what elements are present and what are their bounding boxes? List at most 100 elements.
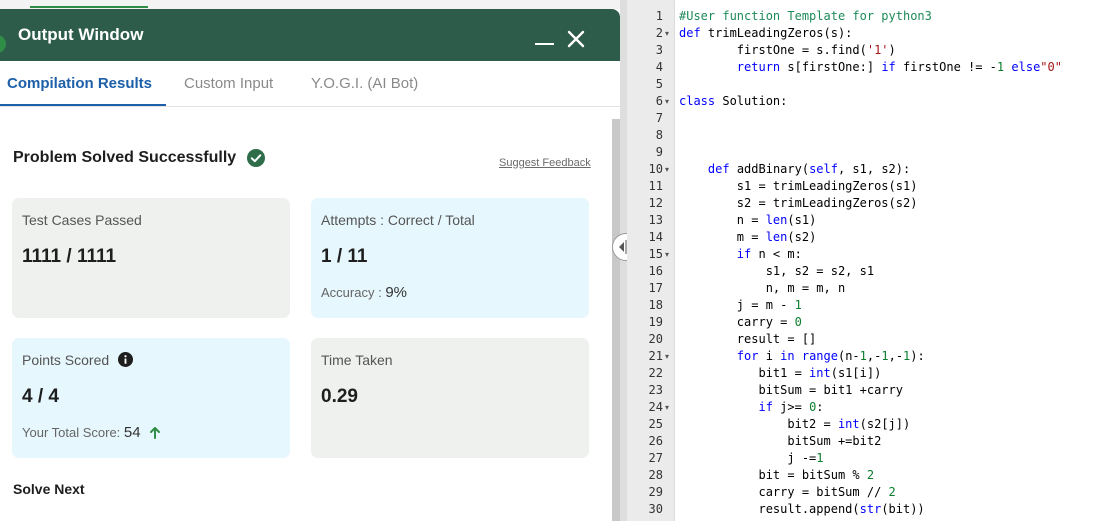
code-line[interactable]: return s[firstOne:] if firstOne != -1 el… — [679, 59, 1062, 76]
line-number: 19 — [648, 315, 663, 329]
code-line[interactable]: result = [] — [679, 331, 816, 348]
line-number: 5 — [655, 77, 663, 91]
code-line[interactable]: def addBinary(self, s1, s2): — [679, 161, 910, 178]
line-number: 30 — [648, 502, 663, 516]
line-number: 4 — [655, 60, 663, 74]
line-number: 25 — [648, 417, 663, 431]
code-line[interactable]: bit = bitSum % 2 — [679, 467, 874, 484]
card-value: 0.29 — [321, 386, 358, 407]
line-number: 26 — [648, 434, 663, 448]
tab-custom-input[interactable]: Custom Input — [184, 75, 273, 92]
card-value: 4 / 4 — [22, 386, 59, 407]
line-number: 8 — [655, 128, 663, 142]
code-line[interactable]: bitSum = bit1 +carry — [679, 382, 903, 399]
code-line[interactable]: s1, s2 = s2, s1 — [679, 263, 874, 280]
code-editor[interactable]: 1 2 ▾ 3 4 5 6 ▾ 7 8 9 10 ▾ 11 12 13 14 15 ▾ 16 17 18 19 20 21 ▾ 22… — [627, 0, 1120, 521]
output-window: Output Window Compilation Results Custom… — [0, 9, 620, 521]
code-line[interactable]: #User function Template for python3 — [679, 8, 932, 25]
code-line[interactable]: s1 = trimLeadingZeros(s1) — [679, 178, 918, 195]
left-panel: Output Window Compilation Results Custom… — [0, 0, 620, 521]
line-number: 13 — [648, 213, 663, 227]
line-number: 24 — [648, 400, 663, 414]
fold-toggle-icon[interactable]: ▾ — [665, 246, 669, 263]
fold-toggle-icon[interactable]: ▾ — [665, 399, 669, 416]
line-number: 29 — [648, 485, 663, 499]
line-number: 28 — [648, 468, 663, 482]
code-line[interactable]: class Solution: — [679, 93, 787, 110]
line-number: 17 — [648, 281, 663, 295]
active-tab-underline — [0, 104, 166, 106]
total-score-row: Your Total Score: 54 — [22, 424, 161, 441]
code-line[interactable]: n = len(s1) — [679, 212, 817, 229]
line-number: 14 — [648, 230, 663, 244]
line-number: 15 — [648, 247, 663, 261]
code-line[interactable]: def trimLeadingZeros(s): — [679, 25, 852, 42]
points-card: Points Scored 4 / 4 Your Total Score: 54 — [12, 338, 290, 458]
fold-toggle-icon[interactable]: ▾ — [665, 161, 669, 178]
result-title: Problem Solved Successfully — [13, 149, 237, 166]
output-window-header: Output Window — [0, 9, 620, 61]
suggest-feedback-link[interactable]: Suggest Feedback — [499, 157, 591, 169]
code-line[interactable]: carry = bitSum // 2 — [679, 484, 895, 501]
code-line[interactable]: if n < m: — [679, 246, 802, 263]
card-label-row: Points Scored — [22, 352, 134, 368]
line-number: 6 — [655, 94, 663, 108]
code-line[interactable]: j = m - 1 — [679, 297, 802, 314]
info-icon[interactable] — [118, 352, 134, 367]
line-number: 1 — [655, 9, 663, 23]
code-line[interactable]: n, m = m, n — [679, 280, 845, 297]
output-window-title: Output Window — [18, 25, 144, 44]
accuracy-row: Accuracy : 9% — [321, 284, 407, 301]
line-number: 23 — [648, 383, 663, 397]
card-label: Time Taken — [321, 352, 393, 368]
line-number: 22 — [648, 366, 663, 380]
scrollbar[interactable] — [612, 119, 620, 521]
tab-yogi-ai-bot[interactable]: Y.O.G.I. (AI Bot) — [311, 75, 418, 92]
code-line[interactable]: result.append(str(bit)) — [679, 501, 924, 518]
code-line[interactable]: bitSum +=bit2 — [679, 433, 881, 450]
code-line[interactable]: m = len(s2) — [679, 229, 817, 246]
active-indicator — [30, 6, 148, 8]
line-number: 21 — [648, 349, 663, 363]
minimize-icon[interactable] — [535, 31, 554, 45]
code-line[interactable]: s2 = trimLeadingZeros(s2) — [679, 195, 918, 212]
line-number: 7 — [655, 111, 663, 125]
card-label: Points Scored — [22, 352, 110, 368]
line-number: 18 — [648, 298, 663, 312]
line-number-gutter: 1 2 ▾ 3 4 5 6 ▾ 7 8 9 10 ▾ 11 12 13 14 15 ▾ 16 17 18 19 20 21 ▾ 22… — [627, 0, 675, 521]
code-line[interactable]: j -=1 — [679, 450, 823, 467]
line-number: 12 — [648, 196, 663, 210]
fold-toggle-icon[interactable]: ▾ — [665, 25, 669, 42]
line-number: 9 — [655, 145, 663, 159]
card-label: Attempts : Correct / Total — [321, 212, 475, 228]
tab-compilation-results[interactable]: Compilation Results — [7, 75, 152, 92]
fold-toggle-icon[interactable]: ▾ — [665, 348, 669, 365]
code-line[interactable]: for i in range(n-1,-1,-1): — [679, 348, 925, 365]
code-line[interactable]: carry = 0 — [679, 314, 802, 331]
line-number: 16 — [648, 264, 663, 278]
close-icon[interactable] — [566, 29, 586, 49]
code-line[interactable]: if j>= 0: — [679, 399, 823, 416]
total-score-value: 54 — [123, 424, 141, 441]
code-line[interactable]: bit1 = int(s1[i]) — [679, 365, 881, 382]
arrow-up-icon — [150, 427, 161, 439]
output-tabs: Compilation Results Custom Input Y.O.G.I… — [0, 61, 620, 107]
line-number: 10 — [648, 162, 663, 176]
card-label: Test Cases Passed — [22, 212, 142, 228]
card-value: 1 / 11 — [321, 246, 368, 267]
fold-toggle-icon[interactable]: ▾ — [665, 93, 669, 110]
solve-next-heading: Solve Next — [13, 481, 85, 497]
card-value: 1111 / 1111 — [22, 246, 117, 267]
line-number: 11 — [648, 179, 663, 193]
check-circle-icon — [247, 149, 265, 167]
attempts-card: Attempts : Correct / Total 1 / 11 Accura… — [311, 198, 589, 318]
total-score-label: Your Total Score: — [22, 425, 121, 440]
test-cases-card: Test Cases Passed 1111 / 1111 — [12, 198, 290, 318]
status-dot — [0, 35, 6, 53]
line-number: 3 — [655, 43, 663, 57]
accuracy-value: 9% — [385, 284, 407, 301]
accuracy-label: Accuracy : — [321, 285, 382, 300]
code-line[interactable]: firstOne = s.find('1') — [679, 42, 896, 59]
line-number: 27 — [648, 451, 663, 465]
code-line[interactable]: bit2 = int(s2[j]) — [679, 416, 910, 433]
